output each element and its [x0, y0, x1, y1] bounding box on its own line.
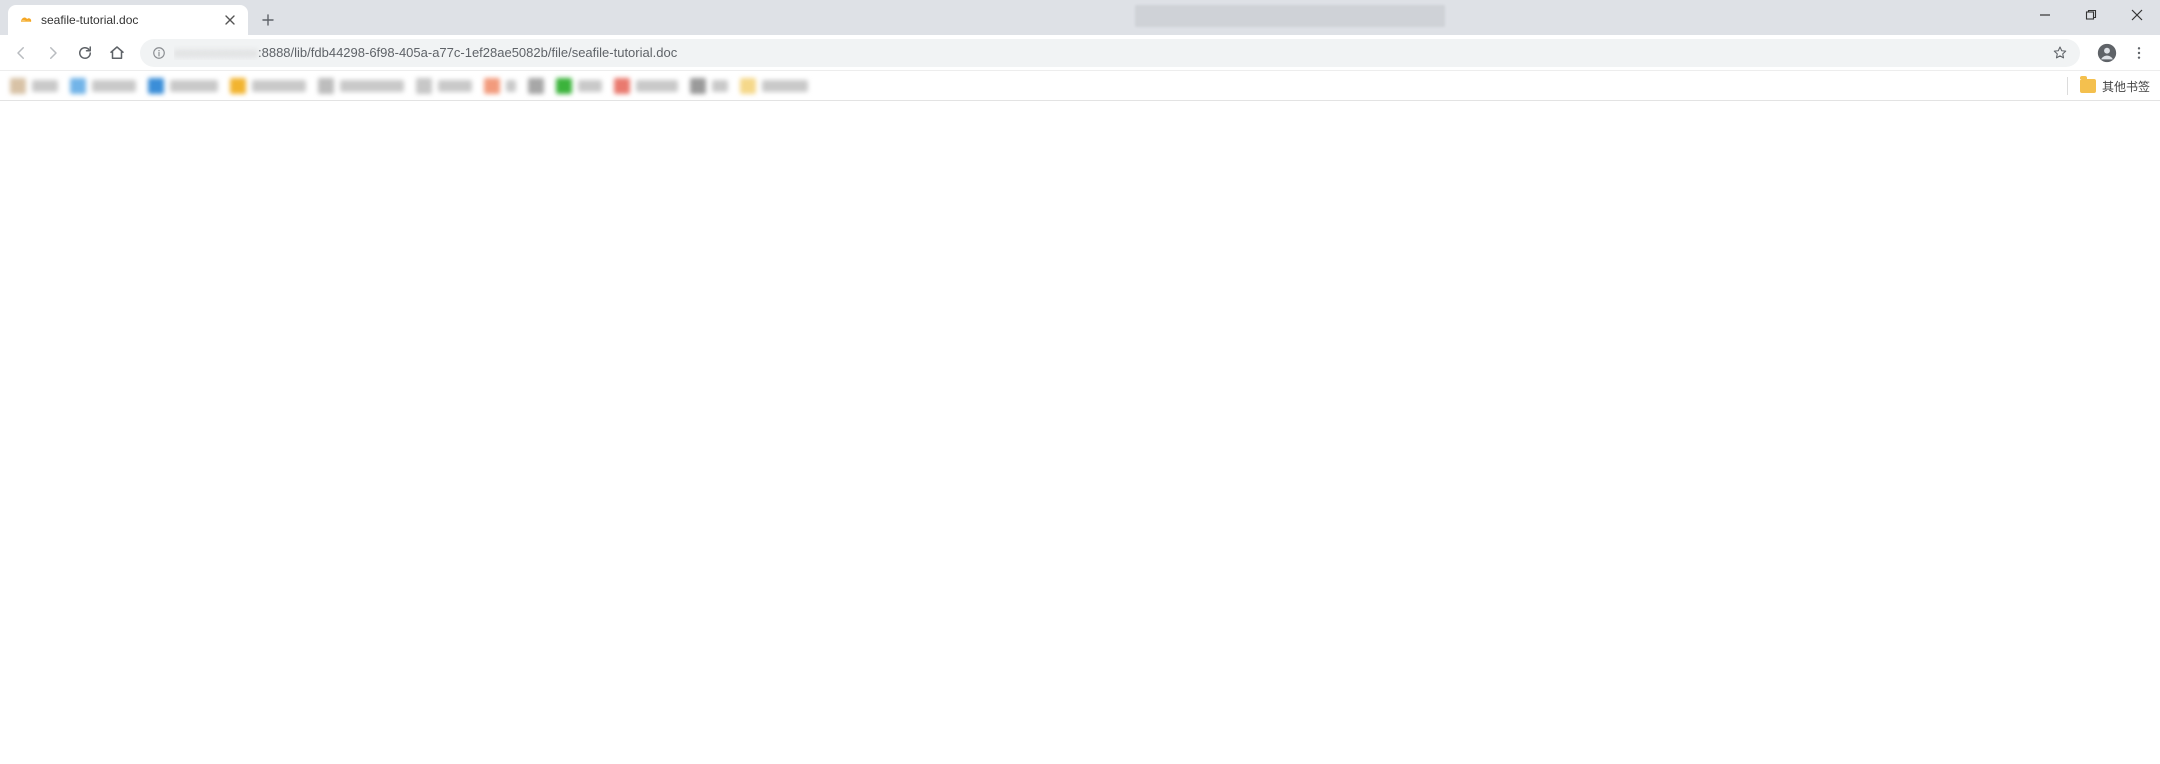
bookmark-item[interactable]	[70, 77, 136, 95]
tab-strip: seafile-tutorial.doc	[0, 0, 2160, 35]
bookmark-favicon	[416, 78, 432, 94]
forward-button[interactable]	[38, 38, 68, 68]
bookmark-label	[32, 80, 58, 92]
bookmark-favicon	[230, 78, 246, 94]
bookmark-item[interactable]	[528, 77, 544, 95]
url-obscured: xxxxxxxxxxxx	[174, 45, 258, 60]
folder-icon	[2080, 79, 2096, 93]
window-close-button[interactable]	[2114, 0, 2160, 30]
bookmark-favicon	[528, 78, 544, 94]
url-visible: :8888/lib/fdb44298-6f98-405a-a77c-1ef28a…	[258, 45, 677, 60]
bookmark-favicon	[556, 78, 572, 94]
bookmark-label	[712, 80, 728, 92]
browser-tab[interactable]: seafile-tutorial.doc	[8, 5, 248, 35]
bookmark-label	[636, 80, 678, 92]
bookmark-item[interactable]	[416, 77, 472, 95]
bookmark-favicon	[690, 78, 706, 94]
address-bar[interactable]: xxxxxxxxxxxx:8888/lib/fdb44298-6f98-405a…	[140, 39, 2080, 67]
other-bookmarks-label: 其他书签	[2102, 78, 2150, 95]
home-button[interactable]	[102, 38, 132, 68]
bookmark-label	[506, 80, 516, 92]
other-bookmarks-folder[interactable]: 其他书签	[2080, 71, 2150, 101]
bookmark-favicon	[614, 78, 630, 94]
window-controls	[2022, 0, 2160, 35]
bookmark-item[interactable]	[690, 77, 728, 95]
bookmark-item[interactable]	[10, 77, 58, 95]
toolbar: xxxxxxxxxxxx:8888/lib/fdb44298-6f98-405a…	[0, 35, 2160, 71]
bookmark-label	[578, 80, 602, 92]
bookmark-favicon	[148, 78, 164, 94]
site-info-icon[interactable]	[152, 46, 166, 60]
bookmark-label	[340, 80, 404, 92]
seafile-icon	[18, 12, 34, 28]
url-text: xxxxxxxxxxxx:8888/lib/fdb44298-6f98-405a…	[174, 45, 2044, 60]
back-button[interactable]	[6, 38, 36, 68]
obscured-region	[1135, 5, 1445, 27]
bookmark-label	[762, 80, 808, 92]
bookmark-item[interactable]	[614, 77, 678, 95]
window-maximize-button[interactable]	[2068, 0, 2114, 30]
bookmark-item[interactable]	[484, 77, 516, 95]
bookmark-label	[92, 80, 136, 92]
bookmark-star-icon[interactable]	[2052, 45, 2068, 61]
bookmark-item[interactable]	[148, 77, 218, 95]
bookmark-label	[438, 80, 472, 92]
new-tab-button[interactable]	[254, 6, 282, 34]
bookmarks-bar: 其他书签	[0, 71, 2160, 101]
bookmark-label	[170, 80, 218, 92]
profile-button[interactable]	[2092, 38, 2122, 68]
tab-title: seafile-tutorial.doc	[41, 13, 215, 27]
bookmark-item[interactable]	[556, 77, 602, 95]
bookmark-item[interactable]	[230, 77, 306, 95]
bookmark-favicon	[484, 78, 500, 94]
bookmark-favicon	[318, 78, 334, 94]
window-minimize-button[interactable]	[2022, 0, 2068, 30]
bookmark-favicon	[740, 78, 756, 94]
chrome-menu-button[interactable]	[2124, 38, 2154, 68]
bookmark-favicon	[10, 78, 26, 94]
bookmark-item[interactable]	[318, 77, 404, 95]
bookmark-item[interactable]	[740, 77, 808, 95]
bookmark-favicon	[70, 78, 86, 94]
reload-button[interactable]	[70, 38, 100, 68]
tab-close-button[interactable]	[222, 12, 238, 28]
separator	[2067, 77, 2068, 95]
bookmark-label	[252, 80, 306, 92]
